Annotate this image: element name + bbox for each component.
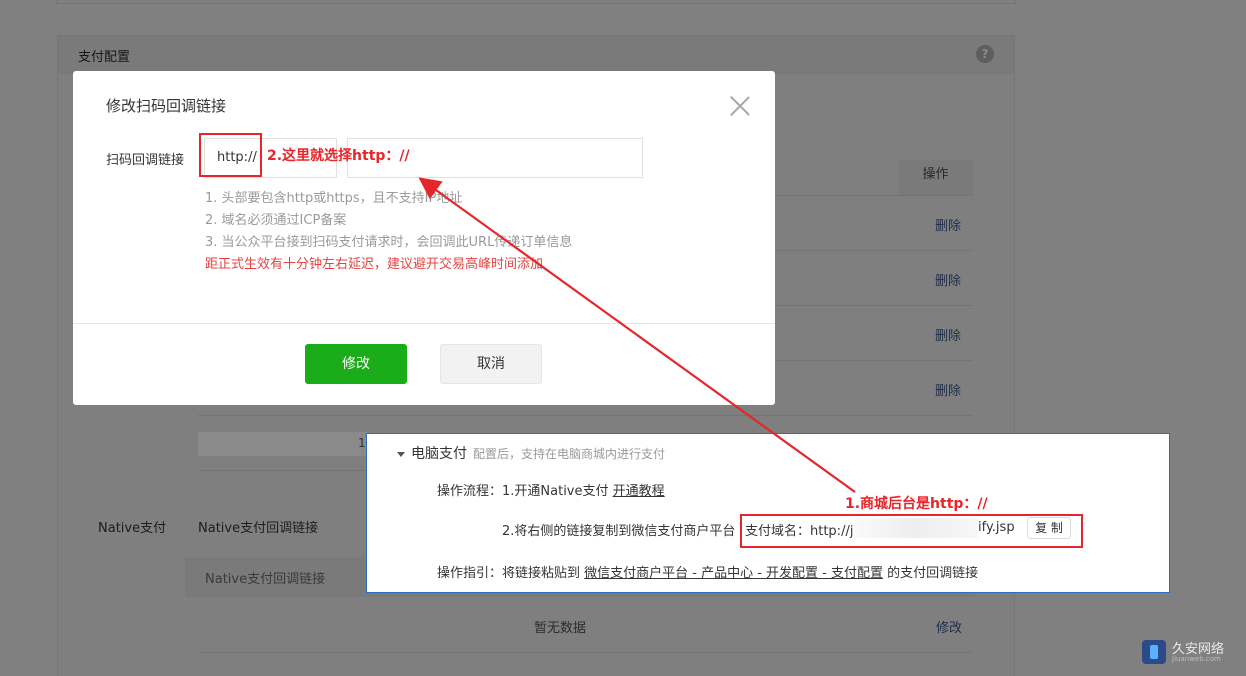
operation-flow: 操作流程：1.开通Native支付 开通教程 [437,480,665,499]
operation-column-header: 操作 [898,160,973,195]
watermark: 久安网络 Jiuanweb.com [1142,638,1237,668]
help-icon[interactable]: ? [976,45,994,63]
close-icon[interactable] [729,95,751,117]
native-pay-label: Native支付 [98,521,167,536]
row-divider [198,652,973,653]
operation-guide: 操作指引：将链接粘贴到 微信支付商户平台 - 产品中心 - 开发配置 - 支付配… [437,562,978,581]
delete-link[interactable]: 删除 [935,270,961,289]
dialog-divider [73,323,775,324]
tip-item: 3. 当公众平台接到扫码支付请求时，会回调此URL传递订单信息 [205,235,573,250]
delete-link[interactable]: 删除 [935,325,961,344]
pc-payment-title: 电脑支付 [411,446,467,462]
flow-text: 操作流程：1.开通Native支付 [437,484,613,499]
dialog-title: 修改扫码回调链接 [106,97,227,115]
modify-link[interactable]: 修改 [936,617,962,636]
annotation-step1: 1.商城后台是http：// [845,496,988,512]
pc-payment-subtitle: 配置后，支持在电脑商城内进行支付 [473,447,666,461]
blurred-row [198,432,368,456]
panel-header: 支付配置 ? [58,36,1014,74]
panel-title: 支付配置 [78,50,131,65]
annotation-protocol-box [199,133,262,177]
chevron-down-icon [397,451,405,457]
tip-item: 2. 域名必须通过ICP备案 [205,213,347,228]
empty-data-text: 暂无数据 [534,621,587,636]
native-callback-title: Native支付回调链接 [198,521,319,536]
confirm-modify-button[interactable]: 修改 [305,344,407,384]
native-table-header-label: Native支付回调链接 [205,572,326,587]
callback-field-label: 扫码回调链接 [106,153,185,168]
top-box [56,0,1016,4]
cancel-button[interactable]: 取消 [440,344,542,384]
tip-item: 1. 头部要包含http或https，且不支持IP地址 [205,191,463,206]
step2-text: 2.将右侧的链接复制到微信支付商户平台 [502,524,736,539]
watermark-logo-icon [1142,640,1166,664]
delay-warning: 距正式生效有十分钟左右延迟，建议避开交易高峰时间添加 [205,257,544,272]
row-divider [198,415,973,416]
guide-text: 操作指引：将链接粘贴到 [437,566,585,581]
delete-link[interactable]: 删除 [935,380,961,399]
annotation-step2: 2.这里就选择http：// [267,148,410,164]
pc-payment-header[interactable]: 电脑支付 配置后，支持在电脑商城内进行支付 [397,443,665,463]
delete-link[interactable]: 删除 [935,215,961,234]
watermark-domain: Jiuanweb.com [1172,655,1221,663]
pc-payment-panel: 电脑支付 配置后，支持在电脑商城内进行支付 操作流程：1.开通Native支付 开… [366,433,1170,593]
merchant-platform-link[interactable]: 微信支付商户平台 - 产品中心 - 开发配置 - 支付配置 [584,566,883,581]
tutorial-link[interactable]: 开通教程 [613,484,665,499]
guide-suffix: 的支付回调链接 [883,566,979,581]
tips-list: 1. 头部要包含http或https，且不支持IP地址 2. 域名必须通过ICP… [205,188,572,276]
edit-callback-dialog: 修改扫码回调链接 扫码回调链接 http:// 1. 头部要包含http或htt… [73,71,775,405]
annotation-domain-box [740,514,1083,548]
